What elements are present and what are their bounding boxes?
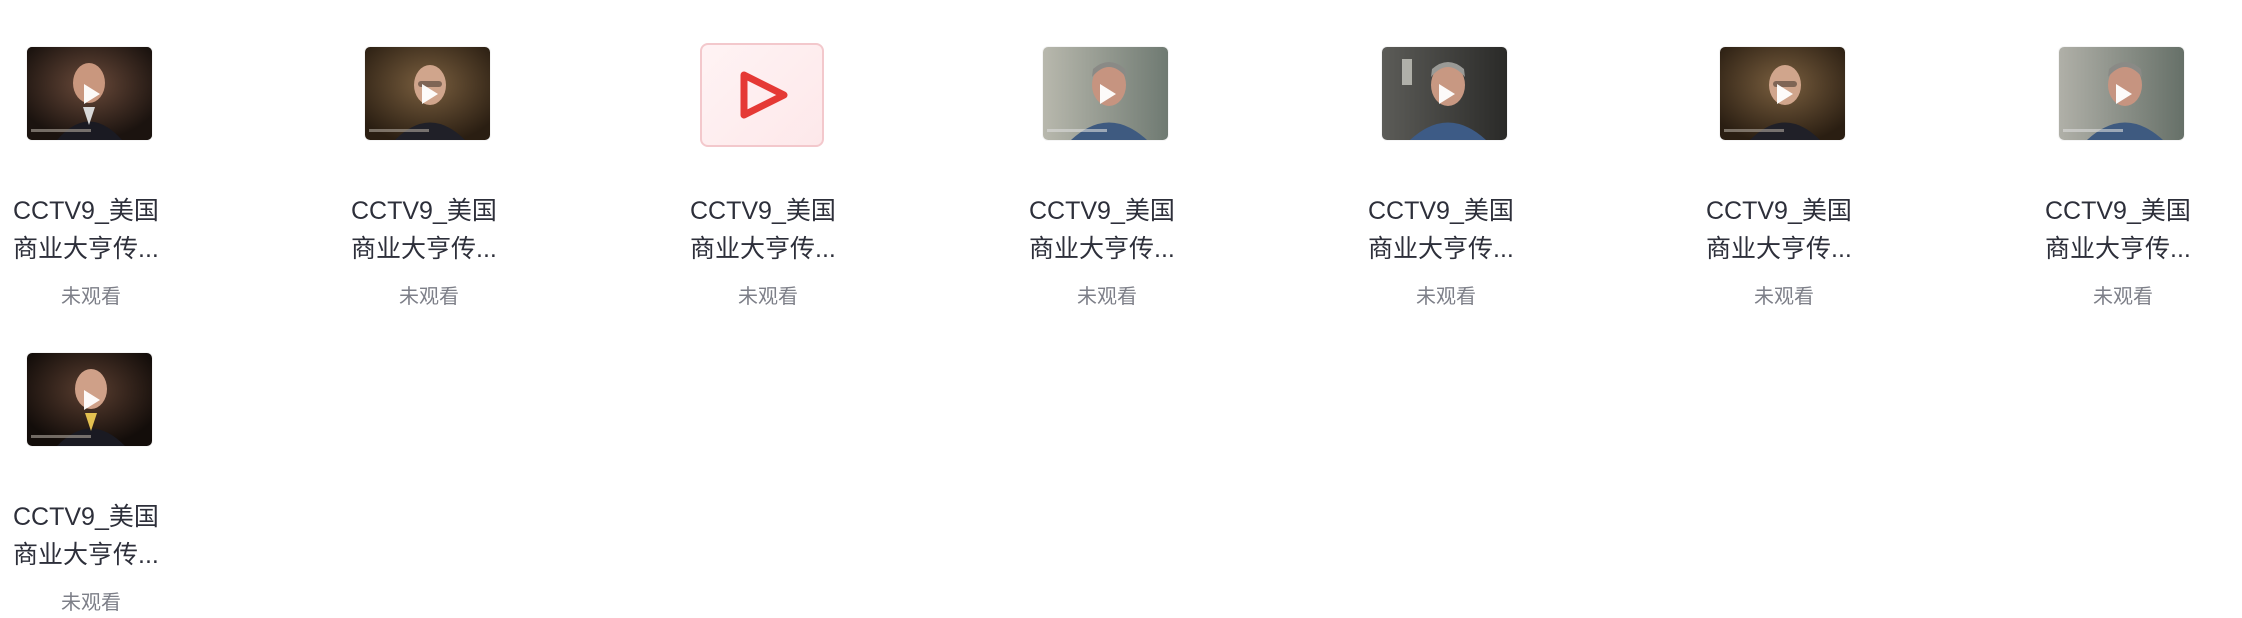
video-card-6[interactable]: CCTV9_美国 商业大亨传... 未观看 [1693, 0, 1853, 308]
video-title-line-2: 商业大亨传... [13, 541, 159, 569]
play-icon [1776, 83, 1793, 104]
play-icon [83, 389, 100, 410]
video-placeholder-play-icon [740, 71, 788, 119]
video-title-line-2: 商业大亨传... [690, 235, 836, 263]
video-thumbnail[interactable] [27, 353, 152, 446]
video-title[interactable]: CCTV9_美国 商业大亨传... [2045, 192, 2205, 268]
video-card-7[interactable]: CCTV9_美国 商业大亨传... 未观看 [2032, 0, 2192, 308]
video-title[interactable]: CCTV9_美国 商业大亨传... [690, 192, 850, 268]
video-title-line-1: CCTV9_美国 [1706, 197, 1852, 225]
video-thumbnail[interactable] [1043, 47, 1168, 140]
video-title[interactable]: CCTV9_美国 商业大亨传... [13, 498, 173, 574]
video-title[interactable]: CCTV9_美国 商业大亨传... [1368, 192, 1528, 268]
video-title[interactable]: CCTV9_美国 商业大亨传... [1706, 192, 1866, 268]
play-icon [1099, 83, 1116, 104]
video-title-line-1: CCTV9_美国 [1368, 197, 1514, 225]
video-thumbnail[interactable] [1382, 47, 1507, 140]
video-title-line-1: CCTV9_美国 [2045, 197, 2191, 225]
play-icon [2115, 83, 2132, 104]
watch-status: 未观看 [1754, 286, 1814, 308]
play-icon [83, 83, 100, 104]
play-icon [1438, 83, 1455, 104]
video-thumbnail[interactable] [27, 47, 152, 140]
video-title-line-1: CCTV9_美国 [690, 197, 836, 225]
video-card-1[interactable]: CCTV9_美国 商业大亨传... 未观看 [0, 0, 160, 308]
video-title-line-2: 商业大亨传... [2045, 235, 2191, 263]
watch-status: 未观看 [399, 286, 459, 308]
video-thumbnail-placeholder[interactable] [700, 43, 824, 147]
watch-status: 未观看 [61, 286, 121, 308]
watch-status: 未观看 [738, 286, 798, 308]
video-card-4[interactable]: CCTV9_美国 商业大亨传... 未观看 [1016, 0, 1176, 308]
watch-status: 未观看 [1077, 286, 1137, 308]
video-thumbnail[interactable] [2059, 47, 2184, 140]
video-thumbnail[interactable] [1720, 47, 1845, 140]
video-thumbnail[interactable] [365, 47, 490, 140]
video-title[interactable]: CCTV9_美国 商业大亨传... [13, 192, 173, 268]
video-card-5[interactable]: CCTV9_美国 商业大亨传... 未观看 [1355, 0, 1515, 308]
video-title-line-2: 商业大亨传... [1706, 235, 1852, 263]
watch-status: 未观看 [1416, 286, 1476, 308]
video-card-2[interactable]: CCTV9_美国 商业大亨传... 未观看 [338, 0, 498, 308]
play-icon [421, 83, 438, 104]
video-title-line-2: 商业大亨传... [351, 235, 497, 263]
video-title-line-1: CCTV9_美国 [351, 197, 497, 225]
video-grid: CCTV9_美国 商业大亨传... 未观看 CCTV9_美国 商业大亨传... … [0, 0, 2242, 618]
watch-status: 未观看 [61, 592, 121, 614]
watch-status: 未观看 [2093, 286, 2153, 308]
video-title-line-1: CCTV9_美国 [13, 503, 159, 531]
video-title-line-2: 商业大亨传... [1368, 235, 1514, 263]
video-card-8[interactable]: CCTV9_美国 商业大亨传... 未观看 [0, 306, 160, 614]
video-title[interactable]: CCTV9_美国 商业大亨传... [351, 192, 511, 268]
video-title[interactable]: CCTV9_美国 商业大亨传... [1029, 192, 1189, 268]
video-title-line-2: 商业大亨传... [1029, 235, 1175, 263]
video-title-line-1: CCTV9_美国 [1029, 197, 1175, 225]
video-title-line-1: CCTV9_美国 [13, 197, 159, 225]
video-card-3[interactable]: CCTV9_美国 商业大亨传... 未观看 [677, 0, 837, 308]
video-title-line-2: 商业大亨传... [13, 235, 159, 263]
